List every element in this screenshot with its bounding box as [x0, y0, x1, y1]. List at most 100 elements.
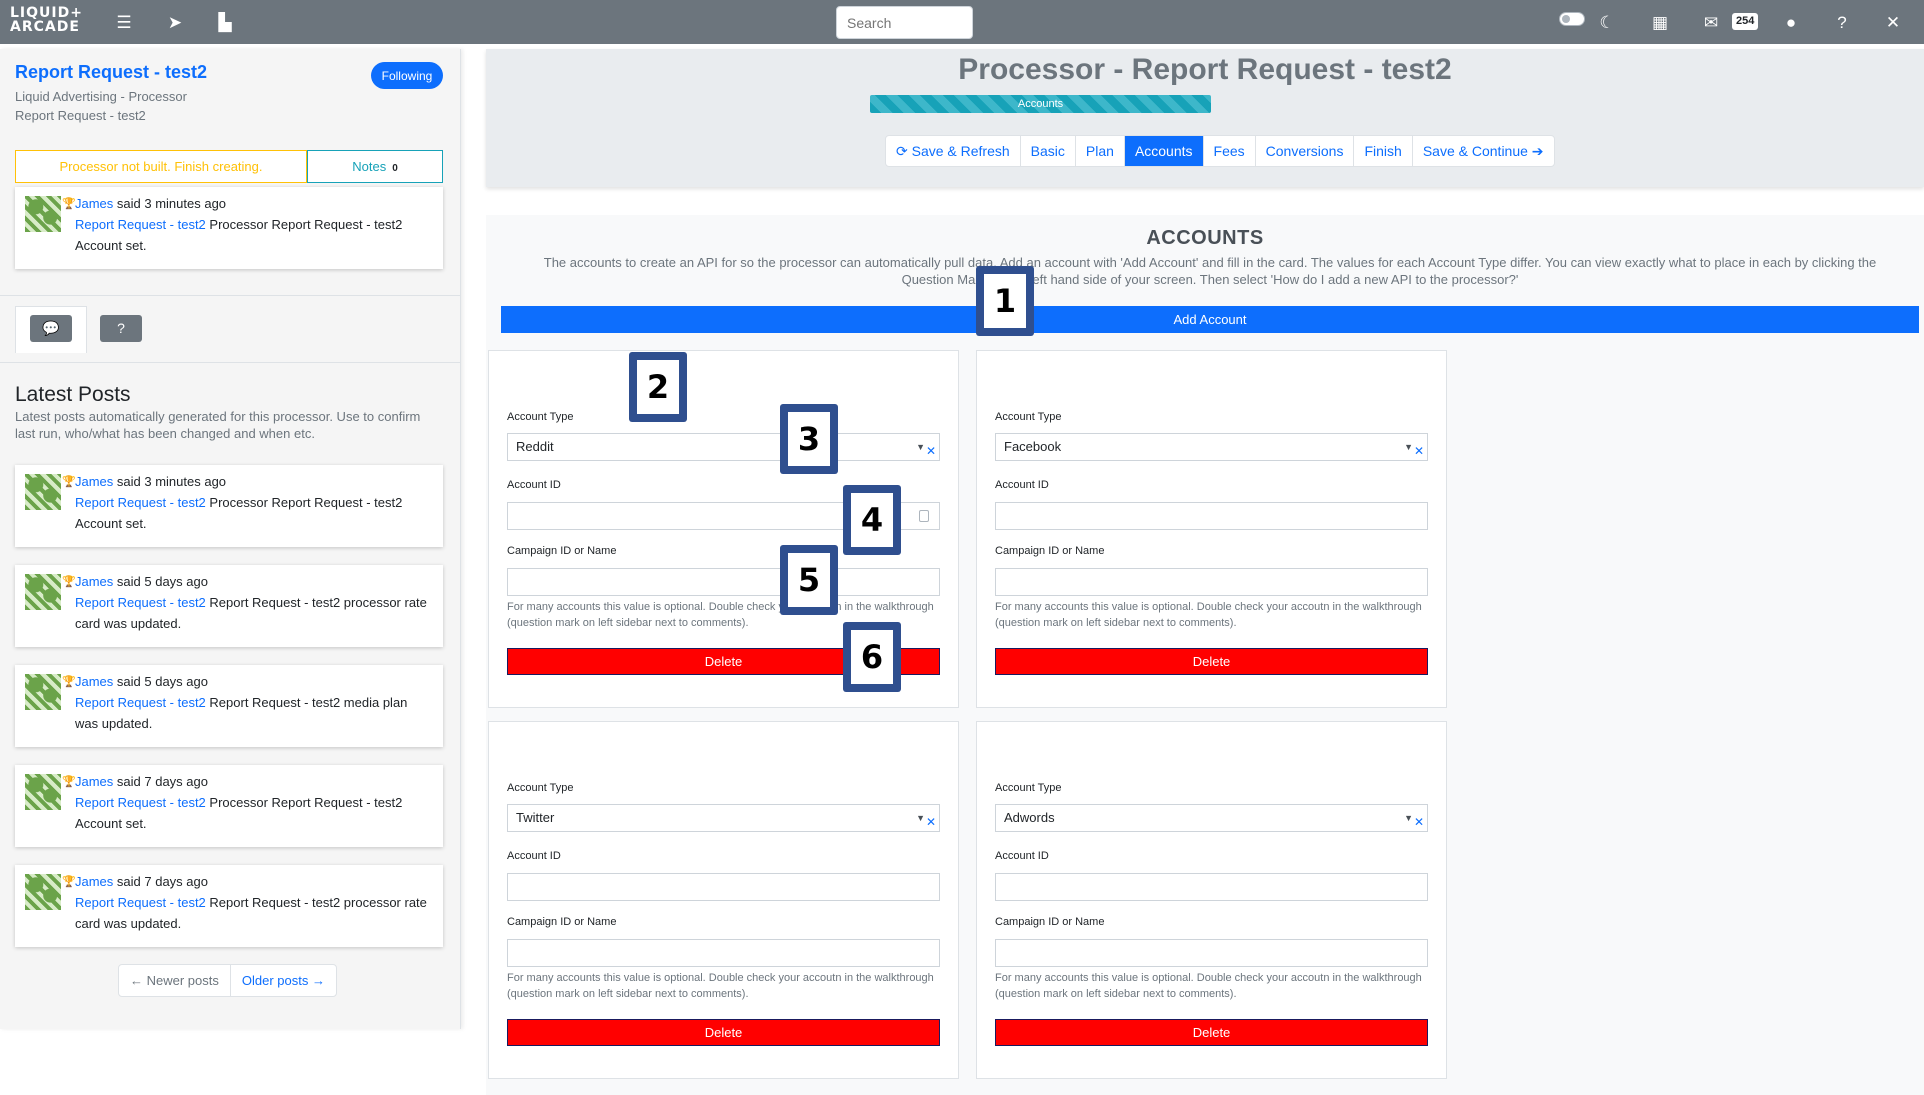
- send-icon[interactable]: ➤: [162, 10, 188, 36]
- close-icon[interactable]: ✕: [1880, 10, 1906, 36]
- callout-number: 2: [637, 360, 679, 414]
- callout-number: 5: [788, 553, 830, 607]
- post-author[interactable]: James: [75, 474, 113, 489]
- clear-icon[interactable]: ✕: [1414, 438, 1424, 464]
- callout-marker-2: 2: [629, 352, 687, 422]
- callout-number: 6: [851, 630, 893, 684]
- post-author[interactable]: James: [75, 774, 113, 789]
- callout-marker-6: 6: [843, 622, 901, 692]
- add-account-button[interactable]: Add Account: [501, 306, 1919, 333]
- post-link[interactable]: Report Request - test2: [75, 695, 206, 710]
- sidebar-subtitle-2: Report Request - test2: [15, 108, 146, 123]
- newer-posts-link[interactable]: ← Newer posts: [119, 965, 231, 996]
- account-type-select[interactable]: Reddit ▼ ✕: [507, 433, 940, 461]
- clear-icon[interactable]: ✕: [926, 438, 936, 464]
- help-icon[interactable]: ?: [1829, 10, 1855, 36]
- trophy-icon: 🏆: [62, 676, 76, 688]
- search-input[interactable]: [836, 6, 973, 39]
- post-link[interactable]: Report Request - test2: [75, 795, 206, 810]
- campaign-input[interactable]: [507, 939, 940, 967]
- tab-accounts[interactable]: Accounts: [1124, 136, 1204, 166]
- following-button[interactable]: Following: [371, 62, 443, 89]
- post-link[interactable]: Report Request - test2: [75, 495, 206, 510]
- campaign-label: Campaign ID or Name: [995, 916, 1105, 928]
- tab-plan[interactable]: Plan: [1076, 136, 1125, 166]
- account-id-input[interactable]: [507, 873, 940, 901]
- chevron-down-icon[interactable]: ▼: [916, 434, 925, 460]
- account-type-label: Account Type: [995, 411, 1062, 423]
- clear-icon[interactable]: ✕: [926, 809, 936, 835]
- divider: [0, 362, 461, 363]
- account-type-select[interactable]: Facebook ▼ ✕: [995, 433, 1428, 461]
- campaign-input[interactable]: [507, 568, 940, 596]
- page-title: Processor - Report Request - test2: [958, 53, 1452, 86]
- notification-count-badge[interactable]: 254: [1732, 13, 1759, 30]
- post-link[interactable]: Report Request - test2: [75, 595, 206, 610]
- callout-number: 3: [788, 412, 830, 466]
- trophy-icon: 🏆: [62, 876, 76, 888]
- notes-count: 0: [392, 163, 398, 174]
- campaign-input[interactable]: [995, 568, 1428, 596]
- account-id-label: Account ID: [507, 479, 561, 491]
- comments-icon[interactable]: 💬: [30, 315, 72, 342]
- chevron-down-icon[interactable]: ▼: [1404, 434, 1413, 460]
- list-item: 🏆 James said 5 days ago Report Request - …: [15, 565, 443, 647]
- account-card: Account Type Adwords ▼ ✕ Account ID Campai…: [976, 721, 1447, 1079]
- question-icon[interactable]: ?: [100, 315, 142, 342]
- chevron-down-icon[interactable]: ▼: [916, 805, 925, 831]
- account-id-input[interactable]: [995, 502, 1428, 530]
- older-posts-link[interactable]: Older posts →: [231, 965, 336, 996]
- trophy-icon: 🏆: [62, 476, 76, 488]
- list-item: 🏆 James said 7 days ago Report Request - …: [15, 865, 443, 947]
- account-type-select[interactable]: Twitter ▼ ✕: [507, 804, 940, 832]
- keyboard-icon: [919, 510, 929, 522]
- delete-button[interactable]: Delete: [507, 1019, 940, 1046]
- delete-button[interactable]: Delete: [995, 1019, 1428, 1046]
- post-author[interactable]: James: [75, 874, 113, 889]
- notes-button[interactable]: Notes 0: [307, 150, 443, 183]
- post-link[interactable]: Report Request - test2: [75, 895, 206, 910]
- chevron-down-icon[interactable]: ▼: [1404, 805, 1413, 831]
- account-id-label: Account ID: [995, 850, 1049, 862]
- post-pager: ← Newer posts Older posts →: [118, 964, 337, 997]
- account-type-value: Adwords: [1004, 810, 1055, 825]
- tab-finish[interactable]: Finish: [1354, 136, 1413, 166]
- save-refresh-button[interactable]: ⟳ Save & Refresh: [886, 136, 1021, 166]
- account-card: Account Type Twitter ▼ ✕ Account ID Campai…: [488, 721, 959, 1079]
- top-post: 🏆 James said 3 minutes ago Report Request…: [15, 187, 443, 269]
- post-link[interactable]: Report Request - test2: [75, 217, 206, 232]
- latest-posts-title: Latest Posts: [15, 383, 131, 406]
- post-author[interactable]: James: [75, 574, 113, 589]
- save-continue-button[interactable]: Save & Continue ➔: [1413, 136, 1554, 166]
- callout-number: 1: [984, 274, 1026, 328]
- mail-icon[interactable]: ✉: [1698, 10, 1724, 36]
- progress-fill: Accounts: [870, 95, 1211, 113]
- tab-conversions[interactable]: Conversions: [1256, 136, 1355, 166]
- tab-fees[interactable]: Fees: [1204, 136, 1256, 166]
- post-author[interactable]: James: [75, 196, 113, 211]
- tab-basic[interactable]: Basic: [1021, 136, 1076, 166]
- callout-marker-4: 4: [843, 485, 901, 555]
- help-text: For many accounts this value is optional…: [995, 972, 1422, 1000]
- latest-posts-description: Latest posts automatically generated for…: [15, 409, 421, 441]
- calendar-icon[interactable]: ▦: [1647, 10, 1673, 36]
- campaign-input[interactable]: [995, 939, 1428, 967]
- account-id-input[interactable]: [995, 873, 1428, 901]
- delete-button[interactable]: Delete: [995, 648, 1428, 675]
- moon-icon[interactable]: ☾: [1594, 10, 1620, 36]
- user-icon[interactable]: ●: [1778, 10, 1804, 36]
- theme-toggle[interactable]: [1559, 12, 1585, 26]
- chart-icon[interactable]: ▙: [212, 10, 238, 36]
- account-card: Account Type Facebook ▼ ✕ Account ID Campa…: [976, 350, 1447, 708]
- post-author[interactable]: James: [75, 674, 113, 689]
- trophy-icon: 🏆: [62, 776, 76, 788]
- post-time: said 7 days ago: [113, 874, 208, 889]
- account-id-label: Account ID: [995, 479, 1049, 491]
- processor-warning[interactable]: Processor not built. Finish creating.: [15, 150, 307, 183]
- liquid-arcade-logo[interactable]: LIQUID+ ARCADE: [10, 6, 88, 38]
- account-type-select[interactable]: Adwords ▼ ✕: [995, 804, 1428, 832]
- account-type-label: Account Type: [995, 782, 1062, 794]
- menu-icon[interactable]: ☰: [111, 10, 137, 36]
- clear-icon[interactable]: ✕: [1414, 809, 1424, 835]
- notes-label: Notes: [352, 159, 387, 174]
